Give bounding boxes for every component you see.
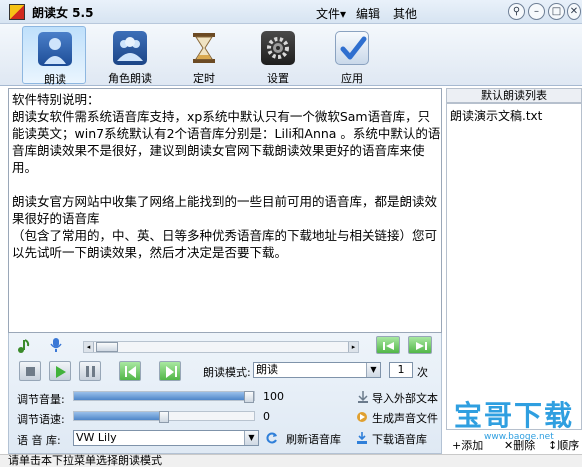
- playlist-header: 默认朗读列表: [446, 88, 582, 103]
- read-mode-select[interactable]: 朗读 ▼: [253, 362, 381, 378]
- playlist-item[interactable]: 朗读演示文稿.txt: [450, 107, 542, 124]
- tab-role-read[interactable]: 角色朗读: [98, 26, 162, 85]
- volume-label: 调节音量:: [17, 393, 65, 406]
- tab-timer[interactable]: 定时: [172, 26, 236, 85]
- speed-slider[interactable]: [73, 411, 255, 423]
- chevron-down-icon: ▼: [244, 431, 258, 445]
- add-file-button[interactable]: +添加: [452, 437, 483, 453]
- tab-read-label: 朗读: [44, 73, 66, 86]
- speed-label: 调节语速:: [17, 413, 65, 426]
- voice-select[interactable]: VW Lily ▼: [73, 430, 259, 446]
- read-mode-label: 朗读模式:: [203, 366, 251, 379]
- playlist[interactable]: 朗读演示文稿.txt: [446, 103, 582, 430]
- pause-button[interactable]: [79, 361, 101, 381]
- gear-icon: [261, 31, 295, 65]
- next-sentence-button[interactable]: [159, 361, 181, 381]
- volume-thumb[interactable]: [244, 391, 254, 403]
- repeat-count-value: 1: [397, 363, 405, 376]
- voice-value: VW Lily: [76, 431, 117, 444]
- import-text-link[interactable]: 导入外部文本: [372, 390, 438, 406]
- previous-sentence-button[interactable]: [119, 361, 141, 381]
- refresh-icon: [266, 432, 278, 444]
- music-note-icon[interactable]: [17, 339, 31, 353]
- progress-slider[interactable]: ◂ ▸: [83, 341, 359, 353]
- read-mode-value: 朗读: [256, 363, 278, 376]
- play-button[interactable]: [49, 361, 71, 381]
- stop-button[interactable]: [19, 361, 41, 381]
- main-toolbar: 朗读 角色朗读 定时 设置 应用: [0, 24, 582, 86]
- text-editor[interactable]: 软件特别说明： 朗读女软件需系统语音库支持，xp系统中默认只有一个微软Sam语音…: [8, 88, 442, 333]
- hourglass-icon: [187, 31, 221, 65]
- tab-settings[interactable]: 设置: [246, 26, 310, 85]
- tab-apps[interactable]: 应用: [320, 26, 384, 85]
- tab-timer-label: 定时: [193, 72, 215, 85]
- volume-value: 100: [263, 390, 284, 403]
- import-icon: [357, 391, 369, 403]
- checkmark-icon: [335, 31, 369, 65]
- delete-file-button[interactable]: ✕删除: [504, 437, 535, 453]
- tab-role-read-label: 角色朗读: [108, 72, 152, 85]
- status-bar: 请单击本下拉菜单选择朗读模式: [0, 454, 582, 467]
- generate-audio-icon: [356, 411, 368, 423]
- window-title: 朗读女 5.5: [32, 6, 94, 20]
- playlist-actions: +添加 ✕删除 ↕顺序: [446, 435, 582, 453]
- chevron-down-icon: ▼: [366, 363, 380, 377]
- tab-settings-label: 设置: [267, 72, 289, 85]
- tab-read[interactable]: 朗读: [22, 26, 86, 86]
- pin-icon[interactable]: ⚲: [508, 3, 525, 20]
- maximize-icon[interactable]: □: [548, 3, 565, 20]
- close-icon[interactable]: ✕: [567, 3, 581, 20]
- menu-edit[interactable]: 编辑: [356, 5, 380, 22]
- download-icon: [356, 432, 368, 444]
- repeat-unit-label: 次: [417, 366, 428, 379]
- status-text: 请单击本下拉菜单选择朗读模式: [8, 454, 162, 467]
- speed-value: 0: [263, 410, 270, 423]
- order-button[interactable]: ↕顺序: [548, 437, 579, 453]
- generate-audio-link[interactable]: 生成声音文件: [372, 410, 438, 426]
- repeat-count-input[interactable]: 1: [389, 362, 413, 378]
- watermark-text: 宝哥下载: [454, 399, 575, 432]
- tab-apps-label: 应用: [341, 72, 363, 85]
- next-file-button[interactable]: [408, 336, 432, 354]
- group-icon: [113, 31, 147, 65]
- download-voices-link[interactable]: 下载语音库: [372, 431, 427, 447]
- microphone-icon[interactable]: [50, 337, 62, 353]
- progress-thumb[interactable]: [96, 342, 118, 352]
- menu-other[interactable]: 其他: [393, 5, 417, 22]
- person-icon: [38, 32, 72, 66]
- menu-file[interactable]: 文件▾: [316, 5, 346, 22]
- refresh-voices-link[interactable]: 刷新语音库: [286, 431, 341, 447]
- app-logo-icon: [9, 4, 25, 20]
- title-bar: 朗读女 5.5 文件▾ 编辑 其他 ⚲ – □ ✕: [0, 0, 582, 24]
- editor-content[interactable]: 软件特别说明： 朗读女软件需系统语音库支持，xp系统中默认只有一个微软Sam语音…: [12, 91, 441, 261]
- speed-thumb[interactable]: [159, 411, 169, 423]
- voice-label: 语 音 库:: [17, 434, 61, 447]
- control-panel: ◂ ▸ 朗读模式: 朗读 ▼ 1 次 调节音量: 100 导入外部文本 调节语速…: [8, 333, 442, 454]
- previous-file-button[interactable]: [376, 336, 400, 354]
- minimize-icon[interactable]: –: [528, 3, 545, 20]
- volume-slider[interactable]: [73, 391, 255, 403]
